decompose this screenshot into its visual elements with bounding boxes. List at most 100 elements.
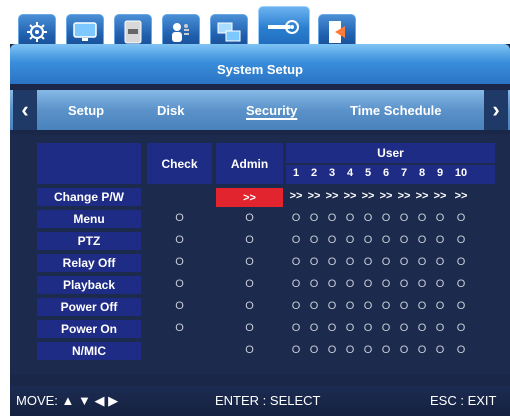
user-toggle[interactable]: O — [449, 234, 473, 246]
check-toggle[interactable]: O — [147, 278, 212, 290]
check-toggle[interactable]: O — [147, 256, 212, 268]
user-toggle[interactable]: O — [305, 256, 323, 268]
user-toggle[interactable]: O — [287, 300, 305, 312]
user-toggle[interactable]: O — [377, 212, 395, 224]
user-toggle[interactable]: O — [323, 234, 341, 246]
user-toggle[interactable]: O — [449, 344, 473, 356]
admin-toggle[interactable]: O — [216, 212, 283, 224]
user-toggle[interactable]: O — [359, 300, 377, 312]
user-toggle[interactable]: O — [413, 322, 431, 334]
user-toggle[interactable]: O — [323, 322, 341, 334]
tab-time-schedule[interactable]: Time Schedule — [350, 103, 442, 118]
user-toggle[interactable]: >> — [449, 190, 473, 202]
user-toggle[interactable]: O — [305, 344, 323, 356]
user-toggle[interactable]: O — [359, 344, 377, 356]
change-password-admin-button[interactable]: >> — [216, 188, 283, 207]
user-toggle[interactable]: >> — [323, 190, 341, 202]
check-toggle[interactable]: O — [147, 212, 212, 224]
user-toggle[interactable]: O — [431, 234, 449, 246]
user-toggle[interactable]: O — [449, 300, 473, 312]
user-toggle[interactable]: O — [395, 344, 413, 356]
user-toggle[interactable]: >> — [395, 190, 413, 202]
user-toggle[interactable]: O — [323, 212, 341, 224]
user-toggle[interactable]: O — [287, 322, 305, 334]
user-toggle[interactable]: O — [377, 344, 395, 356]
user-toggle[interactable]: >> — [359, 190, 377, 202]
user-toggle[interactable]: O — [305, 212, 323, 224]
user-toggle[interactable]: O — [305, 234, 323, 246]
user-toggle[interactable]: O — [449, 322, 473, 334]
user-toggle[interactable]: O — [305, 322, 323, 334]
user-toggle[interactable]: O — [341, 212, 359, 224]
user-toggle[interactable]: O — [431, 212, 449, 224]
user-toggle[interactable]: O — [359, 256, 377, 268]
user-toggle[interactable]: O — [431, 322, 449, 334]
user-toggle[interactable]: O — [359, 278, 377, 290]
user-toggle[interactable]: O — [413, 300, 431, 312]
user-toggle[interactable]: O — [359, 212, 377, 224]
user-toggle[interactable]: O — [377, 300, 395, 312]
user-toggle[interactable]: O — [413, 212, 431, 224]
user-toggle[interactable]: O — [377, 278, 395, 290]
user-toggle[interactable]: O — [377, 322, 395, 334]
admin-toggle[interactable]: O — [216, 300, 283, 312]
check-toggle[interactable]: O — [147, 234, 212, 246]
user-toggle[interactable]: O — [359, 322, 377, 334]
admin-toggle[interactable]: O — [216, 234, 283, 246]
user-toggle[interactable]: O — [341, 278, 359, 290]
user-toggle[interactable]: O — [341, 322, 359, 334]
prev-tab-button[interactable]: ‹ — [13, 90, 37, 130]
user-toggle[interactable]: O — [341, 300, 359, 312]
user-toggle[interactable]: O — [395, 212, 413, 224]
user-toggle[interactable]: >> — [377, 190, 395, 202]
user-toggle[interactable]: O — [287, 344, 305, 356]
user-toggle[interactable]: O — [431, 300, 449, 312]
tab-disk[interactable]: Disk — [157, 103, 184, 118]
user-toggle[interactable]: O — [305, 300, 323, 312]
user-toggle[interactable]: O — [341, 256, 359, 268]
user-toggle[interactable]: O — [449, 278, 473, 290]
user-toggle[interactable]: O — [341, 344, 359, 356]
user-toggle[interactable]: O — [377, 256, 395, 268]
tab-setup[interactable]: Setup — [68, 103, 104, 118]
user-toggle[interactable]: O — [449, 212, 473, 224]
user-toggle[interactable]: O — [287, 212, 305, 224]
user-toggle[interactable]: O — [287, 278, 305, 290]
user-toggle[interactable]: O — [287, 234, 305, 246]
user-toggle[interactable]: O — [449, 256, 473, 268]
user-toggle[interactable]: >> — [431, 190, 449, 202]
next-tab-button[interactable]: › — [484, 90, 508, 130]
user-toggle[interactable]: O — [431, 256, 449, 268]
user-toggle[interactable]: O — [413, 256, 431, 268]
user-toggle[interactable]: O — [395, 256, 413, 268]
user-toggle[interactable]: O — [395, 322, 413, 334]
user-toggle[interactable]: O — [323, 256, 341, 268]
user-toggle[interactable]: O — [413, 234, 431, 246]
user-toggle[interactable]: O — [413, 278, 431, 290]
user-toggle[interactable]: O — [431, 344, 449, 356]
admin-toggle[interactable]: O — [216, 256, 283, 268]
user-toggle[interactable]: O — [323, 278, 341, 290]
user-toggle[interactable]: O — [395, 278, 413, 290]
user-toggle[interactable]: >> — [287, 190, 305, 202]
user-toggle[interactable]: >> — [341, 190, 359, 202]
user-toggle[interactable]: >> — [413, 190, 431, 202]
user-toggle[interactable]: O — [377, 234, 395, 246]
user-toggle[interactable]: O — [395, 234, 413, 246]
user-toggle[interactable]: O — [287, 256, 305, 268]
user-toggle[interactable]: O — [413, 344, 431, 356]
user-toggle[interactable]: O — [431, 278, 449, 290]
check-toggle[interactable]: O — [147, 322, 212, 334]
user-toggle[interactable]: O — [395, 300, 413, 312]
user-toggle[interactable]: >> — [305, 190, 323, 202]
user-toggle[interactable]: O — [305, 278, 323, 290]
admin-toggle[interactable]: O — [216, 278, 283, 290]
admin-toggle[interactable]: O — [216, 344, 283, 356]
check-toggle[interactable]: O — [147, 300, 212, 312]
tab-security[interactable]: Security — [246, 103, 297, 118]
admin-toggle[interactable]: O — [216, 322, 283, 334]
user-toggle[interactable]: O — [341, 234, 359, 246]
user-toggle[interactable]: O — [359, 234, 377, 246]
user-toggle[interactable]: O — [323, 300, 341, 312]
user-toggle[interactable]: O — [323, 344, 341, 356]
